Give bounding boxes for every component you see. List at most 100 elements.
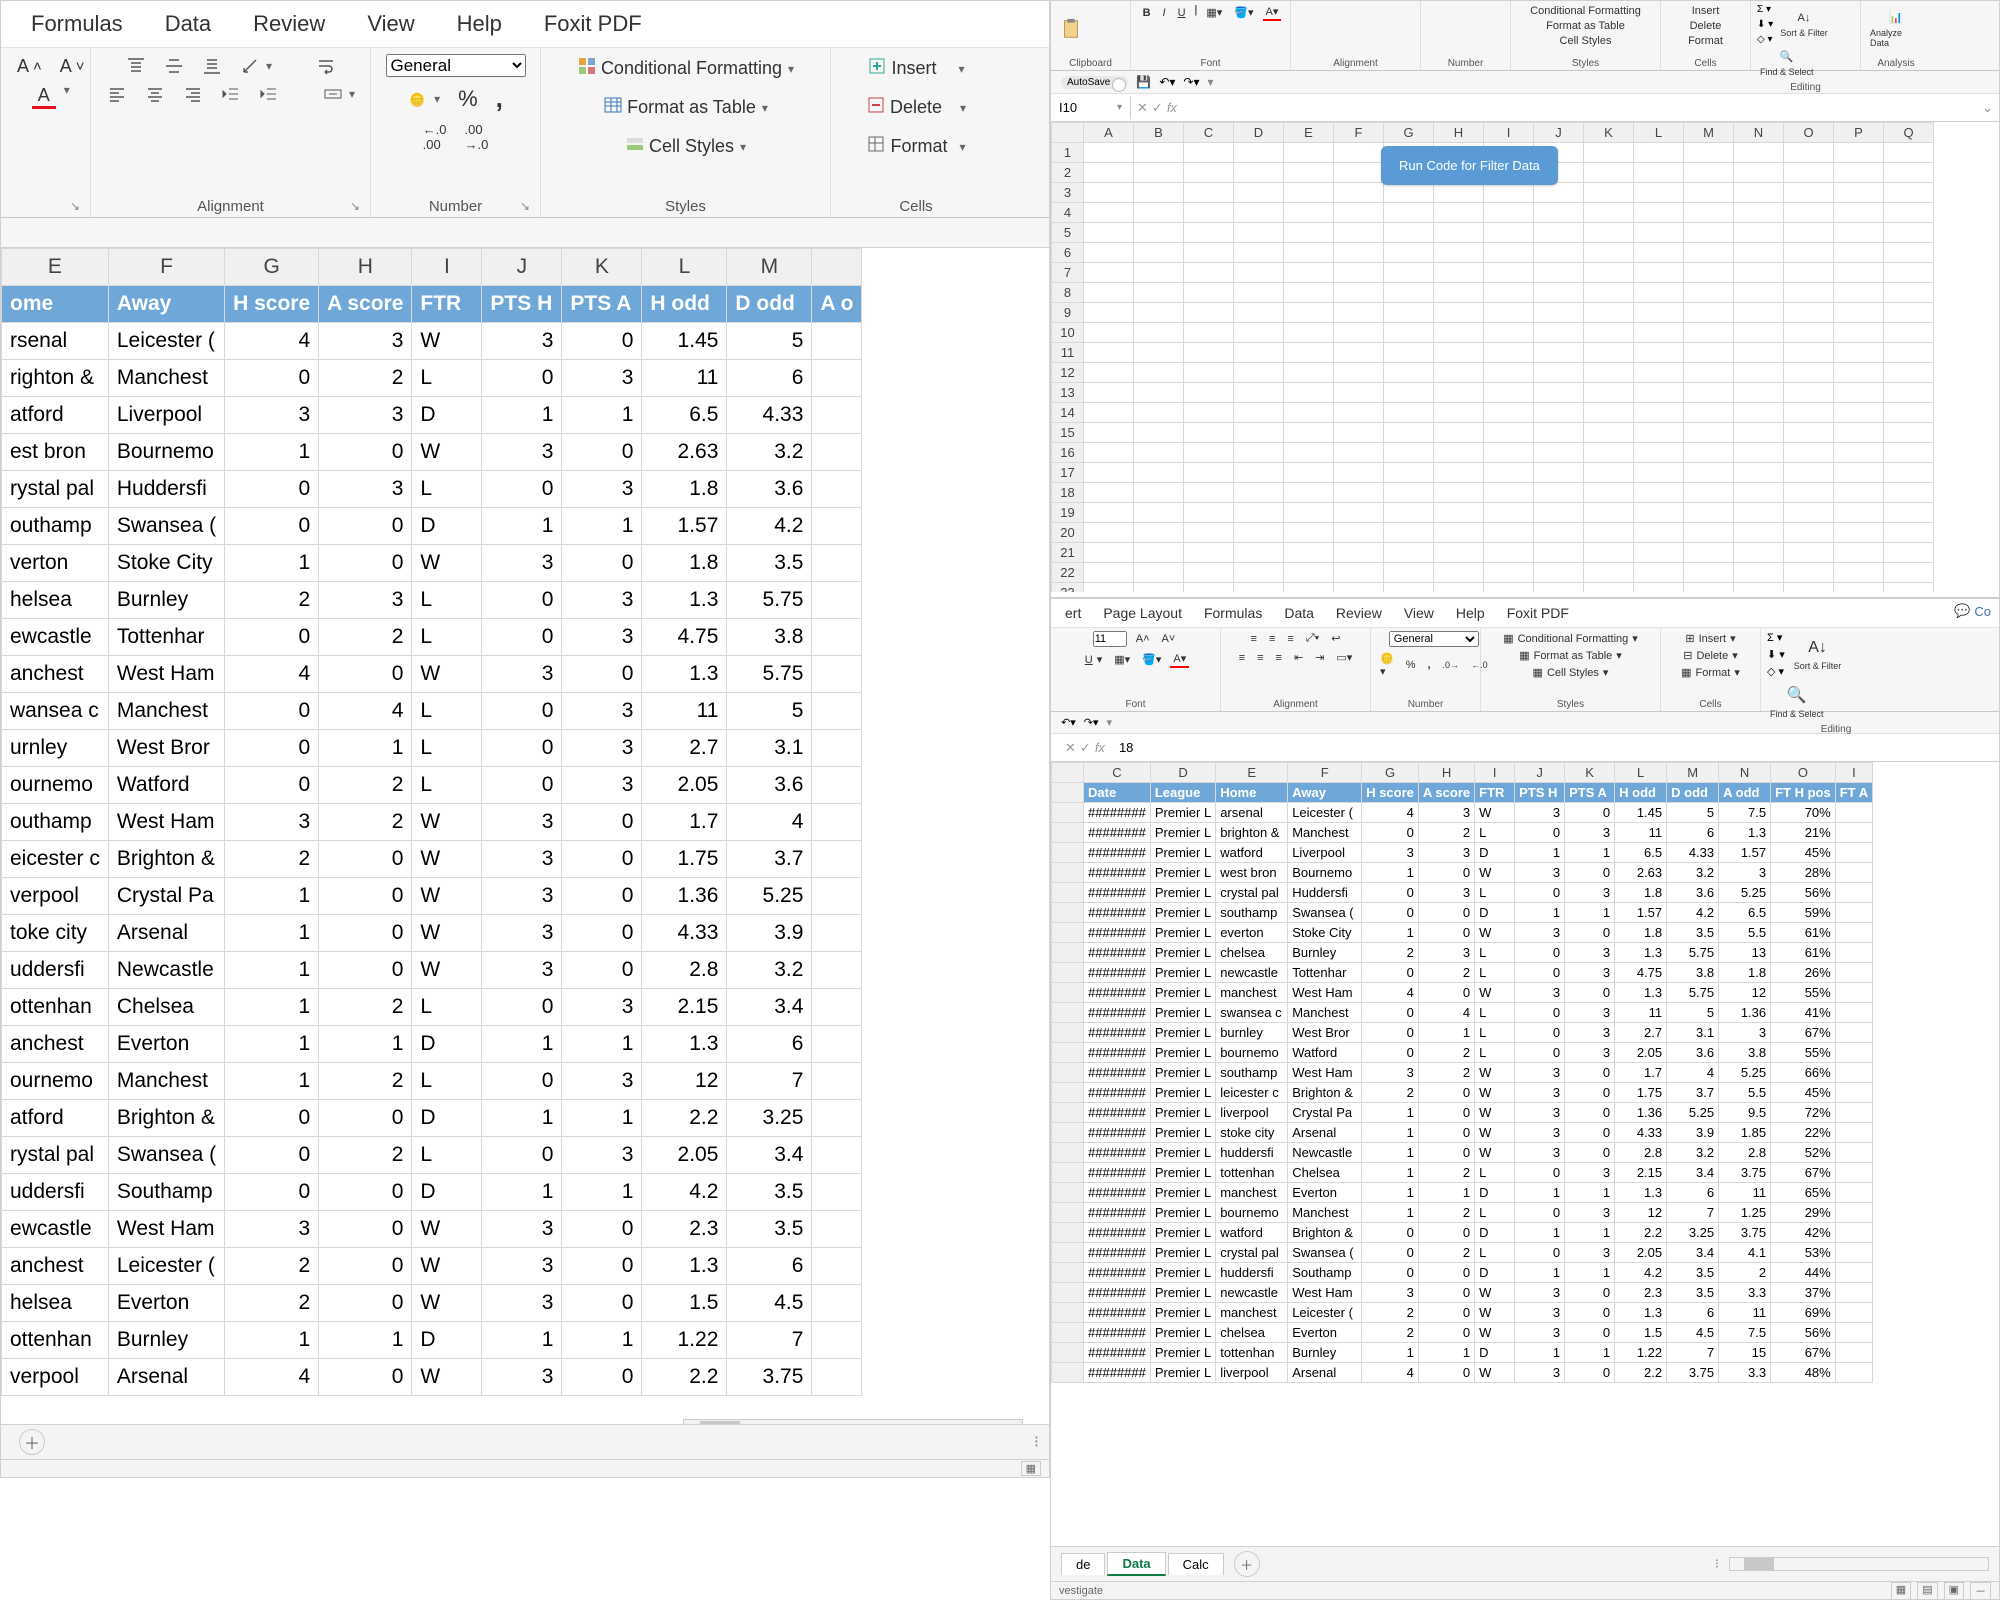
cell[interactable]: 1.36 <box>642 878 727 915</box>
cell[interactable]: Premier L <box>1150 1043 1215 1063</box>
cell[interactable] <box>1384 263 1434 283</box>
cell[interactable]: 0 <box>1565 1143 1615 1163</box>
row-header[interactable]: 13 <box>1052 383 1084 403</box>
cell[interactable]: verpool <box>2 1359 109 1396</box>
cell[interactable]: 2.15 <box>642 989 727 1026</box>
sheet-tab-code[interactable]: de <box>1061 1553 1105 1575</box>
cell[interactable]: 0 <box>562 915 642 952</box>
cell[interactable]: 4 <box>727 804 812 841</box>
cell[interactable]: 3.4 <box>1667 1163 1719 1183</box>
cell[interactable] <box>1484 423 1534 443</box>
cell[interactable]: Premier L <box>1150 883 1215 903</box>
cell[interactable] <box>1134 163 1184 183</box>
cell[interactable] <box>1384 463 1434 483</box>
cell[interactable] <box>1684 483 1734 503</box>
cell[interactable]: Premier L <box>1150 1143 1215 1163</box>
col-header[interactable]: N <box>1719 763 1771 783</box>
cell[interactable] <box>1784 263 1834 283</box>
cell[interactable]: 0 <box>225 360 319 397</box>
cell[interactable]: 0 <box>1565 1303 1615 1323</box>
cell[interactable] <box>1484 403 1534 423</box>
cell[interactable]: 3.5 <box>1667 1263 1719 1283</box>
cell[interactable] <box>1334 223 1384 243</box>
cell[interactable]: West Ham <box>108 1211 224 1248</box>
cell[interactable]: 3.5 <box>727 1211 812 1248</box>
cell[interactable] <box>1684 523 1734 543</box>
cell[interactable]: Tottenhar <box>1288 963 1362 983</box>
cell[interactable] <box>1234 503 1284 523</box>
cell[interactable]: 1 <box>1515 1223 1565 1243</box>
cell[interactable] <box>1884 343 1934 363</box>
cell[interactable] <box>1784 523 1834 543</box>
cell[interactable] <box>1084 443 1134 463</box>
cell[interactable] <box>1084 183 1134 203</box>
cell[interactable] <box>1534 403 1584 423</box>
cell[interactable]: 3.1 <box>1667 1023 1719 1043</box>
cell[interactable] <box>1134 223 1184 243</box>
header-cell[interactable]: Home <box>1216 783 1288 803</box>
cell[interactable]: 1.5 <box>642 1285 727 1322</box>
cell[interactable]: 2 <box>225 1285 319 1322</box>
cell[interactable]: 1 <box>1418 1183 1474 1203</box>
col-header[interactable]: L <box>1615 763 1667 783</box>
cell[interactable] <box>1134 263 1184 283</box>
header-cell[interactable]: PTS A <box>1565 783 1615 803</box>
cell[interactable] <box>1834 243 1884 263</box>
cell[interactable]: 2.2 <box>642 1100 727 1137</box>
cell[interactable]: 1.22 <box>642 1322 727 1359</box>
insert-mini[interactable]: Insert <box>1689 4 1723 18</box>
cell[interactable]: 67% <box>1771 1163 1836 1183</box>
cell[interactable]: 4.2 <box>1667 903 1719 923</box>
cell[interactable] <box>1834 203 1884 223</box>
cell[interactable]: D <box>1475 1223 1515 1243</box>
cell[interactable]: 41% <box>1771 1003 1836 1023</box>
cell[interactable]: 0 <box>482 582 562 619</box>
cell[interactable]: crystal pal <box>1216 1243 1288 1263</box>
sort-filter-br[interactable]: A↓Sort & Filter <box>1791 638 1845 672</box>
row-header[interactable]: 2 <box>1052 163 1084 183</box>
cell[interactable]: 0 <box>1418 923 1474 943</box>
cell[interactable]: L <box>1475 1203 1515 1223</box>
cell[interactable]: 1 <box>225 1063 319 1100</box>
cell[interactable]: 11 <box>1615 823 1667 843</box>
cell[interactable]: 4 <box>1362 803 1419 823</box>
cell[interactable]: leicester c <box>1216 1083 1288 1103</box>
cell[interactable] <box>1234 303 1284 323</box>
row-header[interactable]: 6 <box>1052 243 1084 263</box>
cell[interactable] <box>1734 423 1784 443</box>
col-header[interactable]: D <box>1234 123 1284 143</box>
cell[interactable]: W <box>1475 1303 1515 1323</box>
cell[interactable] <box>1484 243 1534 263</box>
cell[interactable]: 3 <box>1515 983 1565 1003</box>
cell[interactable] <box>1684 423 1734 443</box>
cell[interactable]: 1.5 <box>1615 1323 1667 1343</box>
align-right-button[interactable] <box>177 82 209 106</box>
cell[interactable] <box>1884 283 1934 303</box>
cell[interactable]: D <box>1475 1343 1515 1363</box>
cell[interactable]: 3 <box>1515 1143 1565 1163</box>
cell[interactable]: 1.7 <box>642 804 727 841</box>
cell[interactable] <box>1384 203 1434 223</box>
cell[interactable]: Huddersfi <box>1288 883 1362 903</box>
cell[interactable]: urnley <box>2 730 109 767</box>
delete-br[interactable]: ⊟ Delete ▾ <box>1680 648 1741 663</box>
cell[interactable]: chelsea <box>1216 1323 1288 1343</box>
cell[interactable]: 3 <box>1565 823 1615 843</box>
cell[interactable]: 2 <box>1418 1043 1474 1063</box>
cell[interactable] <box>1684 463 1734 483</box>
cell[interactable]: 3 <box>225 397 319 434</box>
cell[interactable]: 3 <box>1565 1163 1615 1183</box>
cell[interactable] <box>1284 263 1334 283</box>
cell[interactable]: 7 <box>727 1322 812 1359</box>
cell[interactable]: Premier L <box>1150 1183 1215 1203</box>
cell[interactable] <box>1835 1323 1872 1343</box>
cell[interactable]: uddersfi <box>2 952 109 989</box>
cell[interactable]: Manchest <box>1288 823 1362 843</box>
cell[interactable] <box>812 952 862 989</box>
cell[interactable]: 0 <box>1515 1043 1565 1063</box>
cell[interactable] <box>1284 583 1334 593</box>
cell[interactable] <box>1734 403 1784 423</box>
cell[interactable] <box>1184 303 1234 323</box>
cell[interactable]: 4 <box>1418 1003 1474 1023</box>
cell[interactable]: 5 <box>727 693 812 730</box>
